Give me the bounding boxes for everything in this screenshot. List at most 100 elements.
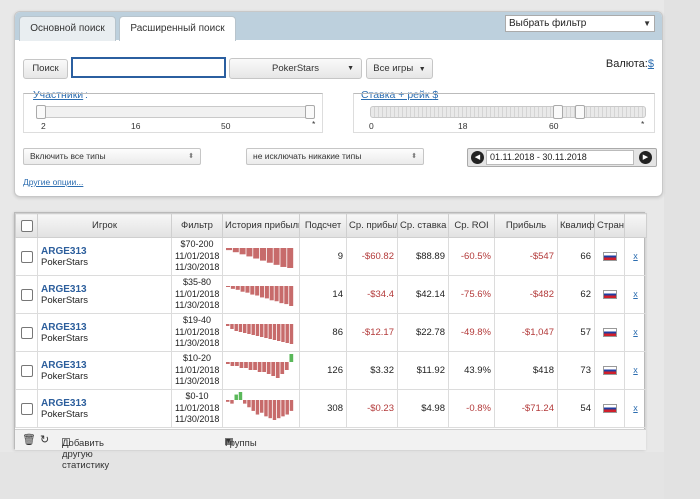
sparkline-bar (226, 362, 230, 364)
col-header-qual[interactable]: Квалиф. (557, 213, 595, 238)
refresh-icon[interactable]: ↻ (40, 433, 49, 446)
filter-cell: $0-10 11/01/2018 11/30/2018 (171, 389, 223, 428)
country-cell (594, 389, 625, 428)
participants-tick: 50 (221, 121, 231, 131)
participants-track[interactable] (36, 106, 314, 118)
stake-track[interactable] (370, 106, 646, 118)
stake-max-handle[interactable] (574, 105, 585, 119)
sparkline-bar (281, 400, 285, 417)
sparkline-bar (255, 324, 260, 336)
include-types-select[interactable]: Включить все типы ⬍ (23, 148, 201, 165)
search-button[interactable]: Поиск (23, 59, 68, 79)
col-header-country[interactable]: Страна (594, 213, 625, 238)
col-header-player[interactable]: Игрок (37, 213, 172, 238)
filter-date-to: 11/30/2018 (175, 376, 220, 387)
table-row[interactable]: ARGE313 PokerStars $19-40 11/01/2018 11/30/2… (15, 313, 647, 352)
col-header-avg-stake[interactable]: Ср. ставка (397, 213, 449, 238)
sparkline-bar (260, 286, 265, 298)
participants-slider-box: 2 16 50 * (23, 93, 323, 133)
search-input[interactable] (71, 57, 226, 78)
stake-tick: 18 (458, 121, 468, 131)
delete-row-link[interactable]: x (633, 327, 638, 337)
sparkline-bar (272, 400, 277, 420)
delete-row-link[interactable]: x (633, 365, 638, 375)
table-row[interactable]: ARGE313 PokerStars $35-80 11/01/2018 11/30/2… (15, 275, 647, 314)
sparkline-bar (271, 362, 276, 376)
updown-arrows-icon: ⬍ (411, 153, 417, 160)
games-select[interactable]: Все игры ▼ (366, 58, 433, 79)
exclude-types-value: не исключать никакие типы (253, 151, 362, 161)
sparkline-bar (287, 248, 294, 268)
player-name-link[interactable]: ARGE313 (41, 284, 168, 295)
player-name-link[interactable]: ARGE313 (41, 246, 168, 257)
tab-advanced-search[interactable]: Расширенный поиск (119, 16, 236, 41)
player-site: PokerStars (41, 370, 88, 382)
delete-row-link[interactable]: x (633, 289, 638, 299)
sparkline-bar (266, 362, 271, 374)
sparkline-bar (226, 324, 230, 326)
table-header-row: Игрок Фильтр История прибыли Подсчет Ср.… (15, 213, 647, 238)
filter-select[interactable]: Выбрать фильтр ▼ (505, 15, 655, 32)
tab-basic-search[interactable]: Основной поиск (19, 16, 116, 41)
history-cell (222, 275, 300, 314)
avg-profit-cell: $3.32 (346, 351, 398, 390)
player-site: PokerStars (41, 294, 88, 306)
table-row[interactable]: ARGE313 PokerStars $10-20 11/01/2018 11/30/2… (15, 351, 647, 390)
participants-tick: * (312, 119, 316, 129)
col-header-filter[interactable]: Фильтр (171, 213, 223, 238)
currency-selector[interactable]: Валюта:$ (606, 58, 654, 70)
player-name-link[interactable]: ARGE313 (41, 322, 168, 333)
sparkline-bar (280, 362, 285, 374)
sparkline-bar (226, 248, 232, 251)
sparkline-bar (280, 248, 287, 267)
sparkline-bar (238, 324, 243, 332)
table-row[interactable]: ARGE313 PokerStars $70-200 11/01/2018 11/30/… (15, 237, 647, 276)
col-header-count[interactable]: Подсчет (299, 213, 347, 238)
select-all-checkbox[interactable] (20, 219, 33, 232)
filter-date-from: 11/01/2018 (175, 326, 220, 337)
row-checkbox[interactable] (20, 326, 33, 339)
history-cell (222, 237, 300, 276)
row-checkbox[interactable] (20, 402, 33, 415)
profit-history-sparkline (226, 324, 294, 344)
col-header-avg-profit[interactable]: Ср. прибыль (346, 213, 398, 238)
sparkline-bar (247, 324, 251, 334)
participants-min-handle[interactable] (36, 105, 46, 119)
stake-min-handle[interactable] (552, 105, 563, 119)
profit-history-sparkline (226, 248, 294, 268)
player-name-link[interactable]: ARGE313 (41, 398, 168, 409)
count-cell: 308 (299, 389, 347, 428)
currency-value[interactable]: $ (648, 58, 654, 70)
col-header-avg-roi[interactable]: Ср. ROI (448, 213, 495, 238)
filter-date-to: 11/30/2018 (175, 300, 220, 311)
player-name-link[interactable]: ARGE313 (41, 360, 168, 371)
row-select-cell (15, 389, 38, 428)
participants-max-handle[interactable] (305, 105, 315, 119)
row-checkbox[interactable] (20, 288, 33, 301)
sparkline-bar (243, 400, 247, 404)
sparkline-bar (251, 400, 255, 411)
more-options-link[interactable]: Другие опции... (23, 177, 83, 187)
next-arrow-icon[interactable]: ▶ (639, 151, 652, 164)
site-select-value: PokerStars (272, 63, 319, 74)
player-cell: ARGE313 PokerStars (37, 313, 172, 352)
site-select[interactable]: PokerStars ▼ (229, 58, 362, 79)
prev-arrow-icon[interactable]: ◀ (471, 151, 484, 164)
row-select-cell (15, 237, 38, 276)
row-checkbox[interactable] (20, 364, 33, 377)
exclude-types-select[interactable]: не исключать никакие типы ⬍ (246, 148, 424, 165)
trash-icon[interactable]: 🗑 (22, 433, 36, 446)
date-range-input[interactable]: 01.11.2018 - 30.11.2018 (486, 150, 634, 165)
delete-cell: x (624, 389, 647, 428)
table-row[interactable]: ARGE313 PokerStars $0-10 11/01/2018 11/30/20… (15, 389, 647, 428)
sparkline-bar (230, 362, 235, 366)
delete-row-link[interactable]: x (633, 251, 638, 261)
col-header-profit[interactable]: Прибыль (494, 213, 558, 238)
delete-row-link[interactable]: x (633, 403, 638, 413)
col-header-history[interactable]: История прибыли (222, 213, 300, 238)
sparkline-bar (238, 392, 243, 400)
avg-roi-cell: -49.8% (448, 313, 495, 352)
sparkline-bar (257, 362, 262, 372)
row-checkbox[interactable] (20, 250, 33, 263)
chevron-down-icon: ▼ (225, 438, 232, 445)
